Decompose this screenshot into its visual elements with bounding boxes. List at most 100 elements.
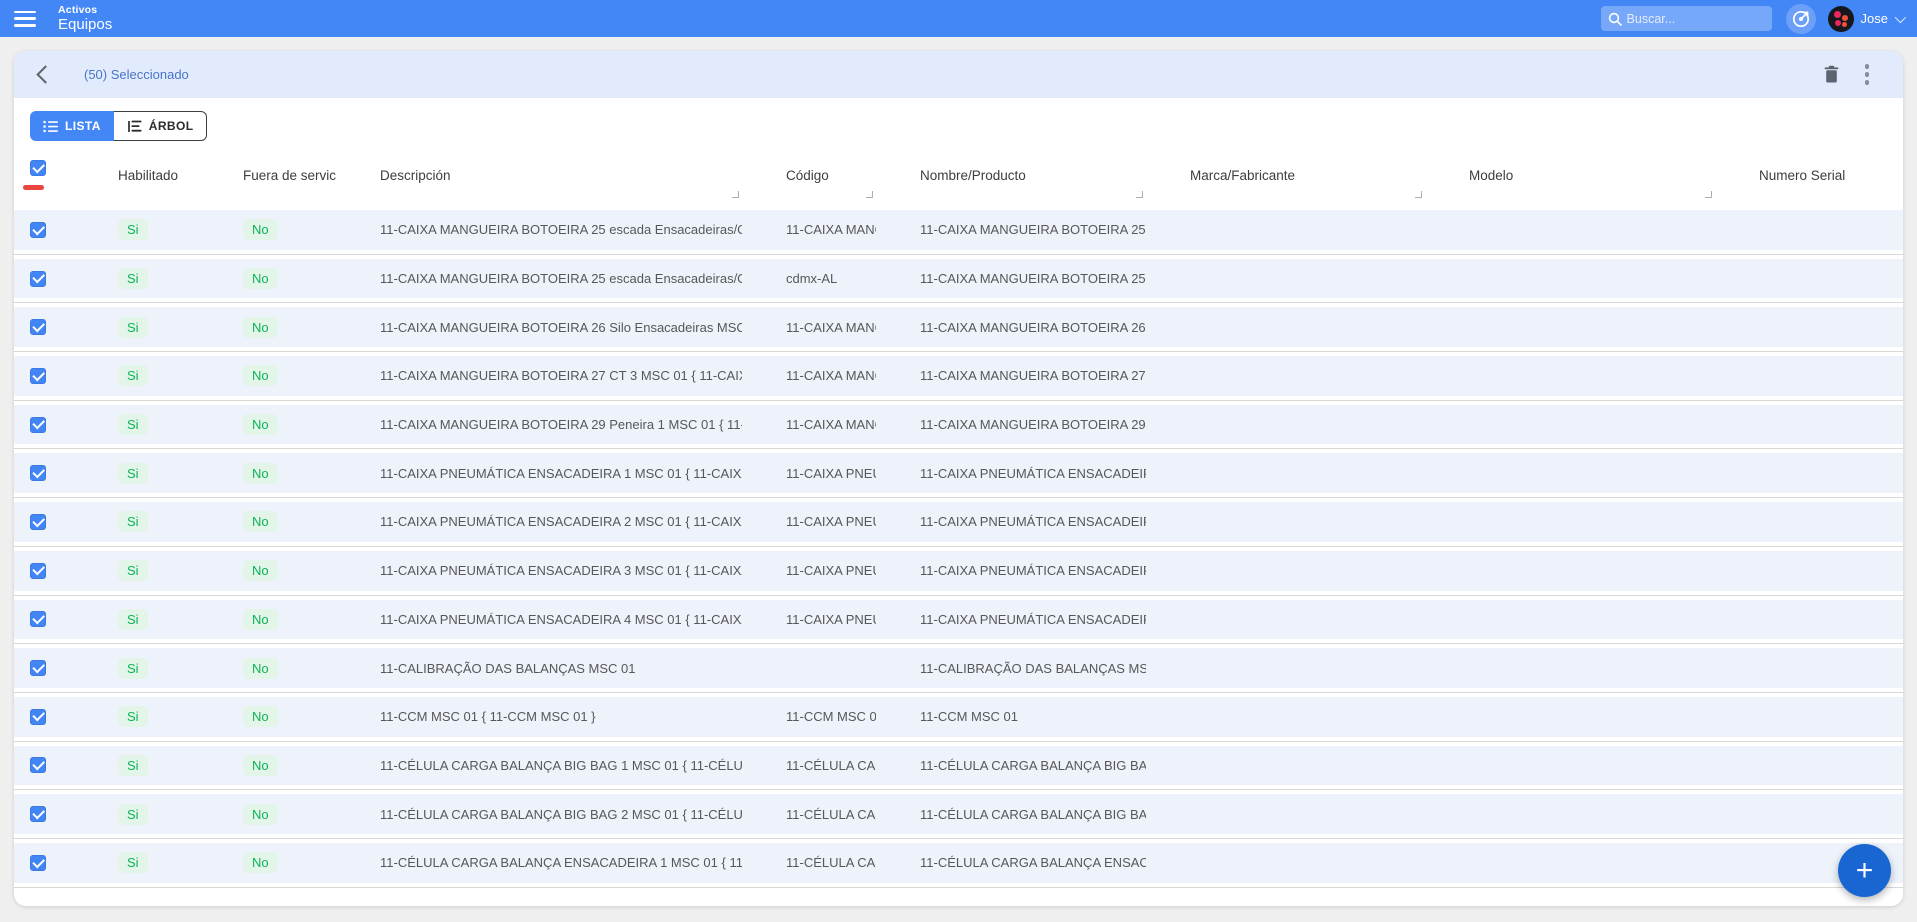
view-toggle-group: LISTA ÁRBOL <box>30 111 207 141</box>
row-checkbox-cell <box>14 855 74 871</box>
row-checkbox[interactable] <box>30 757 46 773</box>
table-row[interactable]: Si No 11-CAIXA PNEUMÁTICA ENSACADEIRA 4 … <box>14 596 1903 645</box>
select-all-checkbox[interactable] <box>30 160 46 176</box>
status-badge: No <box>243 804 278 825</box>
delete-button[interactable] <box>1813 57 1849 93</box>
cell-nombre-producto: 11-CAIXA PNEUMÁTICA ENSACADEIRA … <box>876 466 1146 481</box>
table-row[interactable]: Si No 11-CAIXA PNEUMÁTICA ENSACADEIRA 2 … <box>14 498 1903 547</box>
chevron-down-icon <box>1895 11 1906 22</box>
row-checkbox[interactable] <box>30 709 46 725</box>
row-checkbox[interactable] <box>30 368 46 384</box>
column-header-marca-fabricante[interactable]: Marca/Fabricante <box>1146 145 1425 206</box>
table-header: Habilitado Fuera de servicio… Descripció… <box>14 143 1903 206</box>
cell-descripcion: 11-CAIXA MANGUEIRA BOTOEIRA 26 Silo Ensa… <box>336 320 742 335</box>
row-checkbox-cell <box>14 368 74 384</box>
table-row[interactable]: Si No 11-CAIXA PNEUMÁTICA ENSACADEIRA 3 … <box>14 547 1903 596</box>
cell-codigo: 11-CAIXA PNEU… <box>742 466 876 481</box>
row-checkbox[interactable] <box>30 855 46 871</box>
status-badge: No <box>243 268 278 289</box>
status-badge: Si <box>118 852 148 873</box>
more-options-button[interactable] <box>1849 57 1885 93</box>
cell-descripcion: 11-CÉLULA CARGA BALANÇA BIG BAG 2 MSC 01… <box>336 807 742 822</box>
table-row[interactable]: Si No 11-CAIXA PNEUMÁTICA ENSACADEIRA 1 … <box>14 449 1903 498</box>
selection-indicator <box>23 185 44 190</box>
cell-nombre-producto: 11-CAIXA PNEUMÁTICA ENSACADEIRA … <box>876 514 1146 529</box>
tab-list[interactable]: LISTA <box>30 111 114 141</box>
cell-fuera-de-servicio: No <box>199 511 336 532</box>
cell-nombre-producto: 11-CCM MSC 01 <box>876 709 1146 724</box>
table-row[interactable]: Si No 11-CAIXA MANGUEIRA BOTOEIRA 26 Sil… <box>14 303 1903 352</box>
tab-list-label: LISTA <box>65 119 101 133</box>
column-header-nombre-producto[interactable]: Nombre/Producto <box>876 145 1146 206</box>
cell-descripcion: 11-CAIXA PNEUMÁTICA ENSACADEIRA 4 MSC 01… <box>336 612 742 627</box>
table-row[interactable]: Si No 11-CAIXA MANGUEIRA BOTOEIRA 25 esc… <box>14 206 1903 255</box>
row-checkbox[interactable] <box>30 806 46 822</box>
table-row[interactable]: Si No 11-CCM MSC 01 { 11-CCM MSC 01 } 11… <box>14 693 1903 742</box>
cell-descripcion: 11-CAIXA PNEUMÁTICA ENSACADEIRA 1 MSC 01… <box>336 466 742 481</box>
cell-habilitado: Si <box>74 706 199 727</box>
row-checkbox[interactable] <box>30 660 46 676</box>
column-header-codigo[interactable]: Código <box>742 145 876 206</box>
cell-fuera-de-servicio: No <box>199 804 336 825</box>
cell-habilitado: Si <box>74 755 199 776</box>
menu-icon[interactable] <box>14 11 36 27</box>
target-button[interactable] <box>1786 4 1816 34</box>
tab-tree[interactable]: ÁRBOL <box>114 111 208 141</box>
row-checkbox[interactable] <box>30 465 46 481</box>
cell-nombre-producto: 11-CAIXA MANGUEIRA BOTOEIRA 27 CT … <box>876 368 1146 383</box>
user-name: Jose <box>1861 11 1888 26</box>
column-header-numero-serial[interactable]: Numero Serial <box>1715 145 1903 206</box>
table-row[interactable]: Si No 11-CALIBRAÇÃO DAS BALANÇAS MSC 01 … <box>14 644 1903 693</box>
cell-fuera-de-servicio: No <box>199 219 336 240</box>
row-checkbox-cell <box>14 757 74 773</box>
cell-codigo: 11-CÉLULA CAR… <box>742 758 876 773</box>
column-header-fuera-de-servicio[interactable]: Fuera de servicio… <box>199 145 336 206</box>
appbar: Activos Equipos Buscar... Jose <box>0 0 1917 37</box>
status-badge: No <box>243 852 278 873</box>
row-checkbox[interactable] <box>30 319 46 335</box>
cell-codigo: 11-CAIXA PNEU… <box>742 563 876 578</box>
row-checkbox[interactable] <box>30 514 46 530</box>
cell-descripcion: 11-CAIXA MANGUEIRA BOTOEIRA 25 escada En… <box>336 271 742 286</box>
cell-codigo: 11-CÉLULA CAR… <box>742 855 876 870</box>
column-header-habilitado[interactable]: Habilitado <box>74 145 199 206</box>
row-checkbox[interactable] <box>30 271 46 287</box>
cell-fuera-de-servicio: No <box>199 463 336 484</box>
row-checkbox[interactable] <box>30 222 46 238</box>
cell-codigo: 11-CAIXA PNEU… <box>742 612 876 627</box>
row-checkbox[interactable] <box>30 417 46 433</box>
target-icon <box>1791 9 1811 29</box>
cell-fuera-de-servicio: No <box>199 755 336 776</box>
table-row[interactable]: Si No 11-CAIXA MANGUEIRA BOTOEIRA 29 Pen… <box>14 401 1903 450</box>
cell-descripcion: 11-CAIXA MANGUEIRA BOTOEIRA 25 escada En… <box>336 222 742 237</box>
status-badge: No <box>243 609 278 630</box>
cell-fuera-de-servicio: No <box>199 365 336 386</box>
user-menu[interactable]: Jose <box>1828 6 1903 32</box>
table-row[interactable]: Si No 11-CÉLULA CARGA BALANÇA BIG BAG 1 … <box>14 742 1903 791</box>
cell-descripcion: 11-CAIXA PNEUMÁTICA ENSACADEIRA 3 MSC 01… <box>336 563 742 578</box>
add-button[interactable]: + <box>1838 844 1891 897</box>
search-input[interactable]: Buscar... <box>1601 6 1772 31</box>
row-checkbox[interactable] <box>30 611 46 627</box>
cell-descripcion: 11-CAIXA MANGUEIRA BOTOEIRA 29 Peneira 1… <box>336 417 742 432</box>
table-row[interactable]: Si No 11-CÉLULA CARGA BALANÇA ENSACADEIR… <box>14 839 1903 888</box>
column-header-descripcion[interactable]: Descripción <box>336 145 742 206</box>
status-badge: Si <box>118 268 148 289</box>
row-checkbox-cell <box>14 417 74 433</box>
cell-codigo: 11-CÉLULA CAR… <box>742 807 876 822</box>
status-badge: Si <box>118 658 148 679</box>
kebab-icon <box>1865 64 1870 85</box>
table-row[interactable]: Si No 11-CAIXA MANGUEIRA BOTOEIRA 27 CT … <box>14 352 1903 401</box>
cell-habilitado: Si <box>74 317 199 338</box>
back-button[interactable] <box>32 64 54 86</box>
column-header-modelo[interactable]: Modelo <box>1425 145 1715 206</box>
table-row[interactable]: Si No 11-CAIXA MANGUEIRA BOTOEIRA 25 esc… <box>14 255 1903 304</box>
table-row[interactable]: Si No 11-CÉLULA CARGA BALANÇA BIG BAG 2 … <box>14 790 1903 839</box>
cell-fuera-de-servicio: No <box>199 706 336 727</box>
status-badge: No <box>243 511 278 532</box>
equipment-table: Habilitado Fuera de servicio… Descripció… <box>14 143 1903 906</box>
status-badge: No <box>243 219 278 240</box>
cell-codigo: 11-CAIXA MANG… <box>742 368 876 383</box>
row-checkbox[interactable] <box>30 563 46 579</box>
cell-habilitado: Si <box>74 463 199 484</box>
